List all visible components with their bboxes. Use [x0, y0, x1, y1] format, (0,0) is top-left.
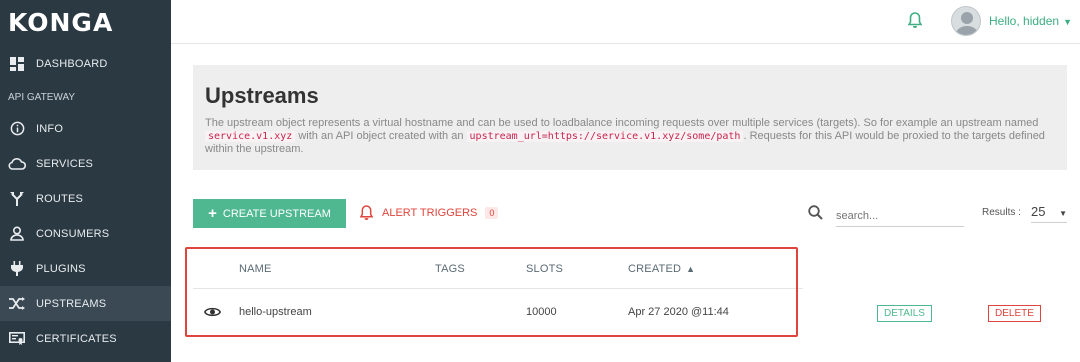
create-upstream-button[interactable]: + CREATE UPSTREAM — [193, 199, 346, 228]
sidebar-section-api-gateway: API GATEWAY — [8, 91, 76, 103]
sidebar-item-label: DASHBOARD — [36, 57, 108, 70]
avatar-head-shape — [961, 12, 973, 24]
description-part-1: The upstream object represents a virtual… — [205, 117, 1039, 129]
info-icon — [8, 120, 26, 138]
user-menu[interactable]: Hello, hidden ▼ — [989, 14, 1072, 28]
sidebar-item-dashboard[interactable]: DASHBOARD — [0, 46, 171, 81]
sidebar-item-label: CERTIFICATES — [36, 332, 117, 345]
plus-icon: + — [208, 205, 217, 222]
avatar-body-shape — [956, 26, 978, 35]
alert-count-badge: 0 — [485, 207, 499, 219]
highlight-box — [185, 247, 798, 337]
results-per-page-value: 25 — [1031, 204, 1046, 219]
create-upstream-label: CREATE UPSTREAM — [222, 207, 331, 220]
sidebar: KONGA DASHBOARD API GATEWAY INFO SERVICE… — [0, 0, 171, 362]
shuffle-icon — [8, 295, 26, 313]
page-description: The upstream object represents a virtual… — [205, 117, 1060, 156]
results-label: Results : — [982, 207, 1021, 218]
search-icon — [808, 205, 823, 225]
code-service-host: service.v1.xyz — [205, 131, 296, 142]
search-input[interactable] — [836, 205, 964, 227]
sidebar-item-plugins[interactable]: PLUGINS — [0, 251, 171, 286]
certificate-icon — [8, 330, 26, 348]
sidebar-item-certificates[interactable]: CERTIFICATES — [0, 321, 171, 356]
konga-logo[interactable]: KONGA — [0, 0, 171, 44]
logo-text: KONGA — [8, 7, 114, 37]
cloud-icon — [8, 155, 26, 173]
sidebar-item-routes[interactable]: ROUTES — [0, 181, 171, 216]
sidebar-item-upstreams[interactable]: UPSTREAMS — [0, 286, 171, 321]
avatar[interactable] — [951, 6, 981, 36]
page-title: Upstreams — [205, 83, 319, 108]
user-icon — [8, 225, 26, 243]
sidebar-item-label: PLUGINS — [36, 262, 86, 275]
sidebar-item-consumers[interactable]: CONSUMERS — [0, 216, 171, 251]
sidebar-item-label: INFO — [36, 122, 64, 135]
page-header: Upstreams The upstream object represents… — [193, 65, 1067, 170]
sidebar-item-info[interactable]: INFO — [0, 111, 171, 146]
plug-icon — [8, 260, 26, 278]
description-part-2: with an API object created with an — [298, 130, 464, 142]
dashboard-icon — [8, 55, 26, 73]
routes-icon — [8, 190, 26, 208]
details-button[interactable]: DETAILS — [877, 305, 932, 322]
code-upstream-url: upstream_url=https://service.v1.xyz/some… — [466, 131, 744, 142]
user-greeting: Hello, hidden — [989, 14, 1060, 28]
sidebar-item-services[interactable]: SERVICES — [0, 146, 171, 181]
sidebar-item-label: ROUTES — [36, 192, 84, 205]
top-bar: Hello, hidden ▼ — [171, 0, 1080, 44]
delete-button[interactable]: DELETE — [988, 305, 1041, 322]
sidebar-item-label: UPSTREAMS — [36, 297, 107, 310]
caret-down-icon: ▼ — [1059, 209, 1067, 218]
caret-down-icon: ▼ — [1063, 17, 1072, 27]
sidebar-item-label: CONSUMERS — [36, 227, 110, 240]
alert-triggers-button[interactable]: ALERT TRIGGERS 0 — [360, 205, 499, 221]
bell-icon[interactable] — [907, 12, 923, 34]
results-per-page-select[interactable]: 25 ▼ — [1031, 204, 1067, 223]
alert-triggers-label: ALERT TRIGGERS — [382, 207, 478, 219]
bell-alert-icon — [360, 205, 373, 221]
sidebar-item-label: SERVICES — [36, 157, 94, 170]
